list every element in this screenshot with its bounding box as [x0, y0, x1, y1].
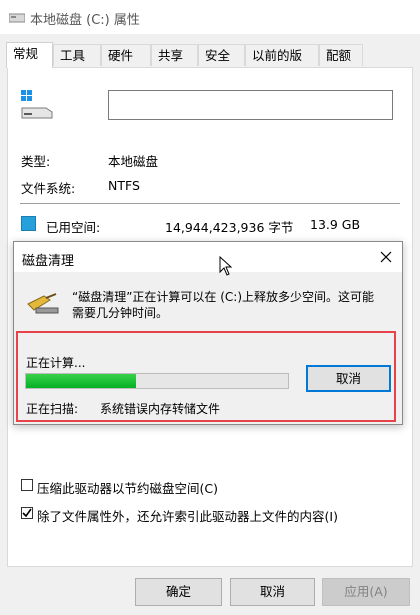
filesystem-label: 文件系统:: [21, 181, 76, 196]
index-checkbox[interactable]: [21, 507, 33, 519]
progress-bar: [25, 373, 289, 389]
used-space-label: 已用空间:: [46, 220, 101, 235]
type-value: 本地磁盘: [108, 154, 159, 169]
filesystem-value: NTFS: [108, 178, 140, 193]
used-space-gb: 13.9 GB: [310, 217, 361, 232]
used-space-bytes: 14,944,423,936 字节: [165, 220, 294, 235]
dialog-cancel-button[interactable]: 取消: [306, 365, 391, 392]
scanning-item: 系统错误内存转储文件: [100, 402, 221, 416]
tab-previous-versions[interactable]: 以前的版本: [245, 44, 319, 85]
compress-label: 压缩此驱动器以节约磁盘空间(C): [37, 481, 218, 496]
dialog-message: “磁盘清理”正在计算可以在 (C:)上释放多少空间。这可能需要几分钟时间。: [72, 290, 375, 320]
apply-button[interactable]: 应用(A): [322, 578, 410, 606]
tab-security[interactable]: 安全: [198, 44, 245, 66]
window-title: 本地磁盘 (C:) 属性: [30, 13, 140, 28]
progress-fill: [26, 374, 136, 388]
dialog-title: 磁盘清理: [22, 254, 75, 269]
ok-button[interactable]: 确定: [135, 578, 222, 606]
drive-name-input[interactable]: [108, 90, 393, 120]
tab-quota[interactable]: 配额: [319, 44, 363, 66]
compress-checkbox[interactable]: [21, 479, 33, 491]
cursor-icon: [219, 256, 233, 276]
tab-tools[interactable]: 工具: [53, 44, 101, 66]
title-bar: 本地磁盘 (C:) 属性: [0, 0, 420, 34]
dialog-title-bar: 磁盘清理: [14, 242, 402, 272]
calculating-label: 正在计算...: [26, 356, 86, 370]
separator: [20, 203, 400, 204]
tab-sharing[interactable]: 共享: [151, 44, 198, 66]
broom-icon: [27, 293, 59, 314]
close-icon[interactable]: [380, 251, 392, 263]
hard-drive-icon: [21, 90, 53, 119]
used-space-swatch: [21, 216, 36, 231]
drive-icon: [9, 13, 25, 23]
checkmark-icon: [22, 508, 32, 518]
tab-general[interactable]: 常规: [6, 42, 53, 68]
scanning-label: 正在扫描:: [26, 402, 79, 416]
cancel-button[interactable]: 取消: [230, 578, 315, 606]
disk-cleanup-dialog: 磁盘清理 “磁盘清理”正在计算可以在 (C:)上释放多少空间。这可能需要几分钟时…: [13, 241, 403, 425]
tab-hardware[interactable]: 硬件: [101, 44, 151, 66]
index-label: 除了文件属性外，还允许索引此驱动器上文件的内容(I): [37, 509, 338, 524]
type-label: 类型:: [21, 154, 51, 169]
